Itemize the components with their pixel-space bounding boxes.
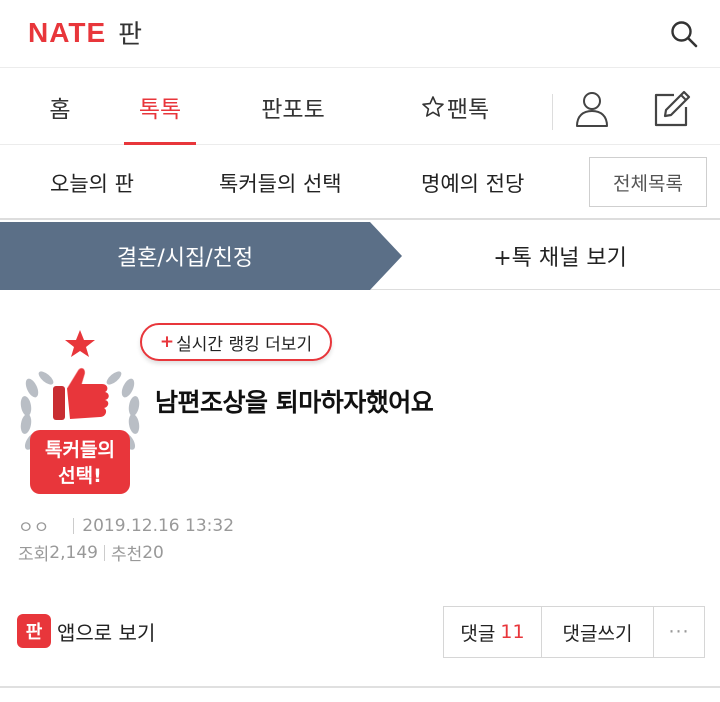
tab-fantok[interactable]: 팬톡 xyxy=(412,69,498,145)
post-author: ㅇㅇ xyxy=(18,518,50,538)
realtime-ranking-button[interactable]: + 실시간 랭킹 더보기 xyxy=(140,323,332,361)
open-in-app-button[interactable]: 판 앱으로 보기 xyxy=(17,614,155,648)
nav-divider xyxy=(552,94,553,130)
meta-separator xyxy=(73,517,75,534)
meta-separator xyxy=(103,544,105,561)
ranking-plus: + xyxy=(159,332,175,352)
search-icon xyxy=(671,21,698,48)
talker-choice-badge-graphic: 톡커들의 선택! xyxy=(20,330,140,494)
write-comment-button[interactable]: 댓글쓰기 xyxy=(542,607,654,657)
badge-text-line2: 선택! xyxy=(58,465,102,487)
subnav-talker-choice[interactable]: 톡커들의 선택 xyxy=(219,146,342,220)
views-count: 2,149 xyxy=(49,542,98,563)
star-outline-icon xyxy=(422,96,444,117)
recommend-count: 20 xyxy=(142,542,164,563)
more-options-button[interactable]: ··· xyxy=(654,607,704,657)
comments-button[interactable]: 댓글 11 xyxy=(444,607,542,657)
write-post-button[interactable] xyxy=(652,88,692,130)
talker-choice-badge: 톡커들의 선택! xyxy=(18,326,142,498)
badge-text-line1: 톡커들의 xyxy=(45,439,115,461)
ranking-label: 실시간 랭킹 더보기 xyxy=(176,334,313,355)
my-page-button[interactable] xyxy=(572,88,612,130)
main-nav: 홈 톡톡 판포토 팬톡 xyxy=(0,69,720,145)
post-title: 남편조상을 퇴마하자했어요 xyxy=(155,388,434,417)
tab-toktok[interactable]: 톡톡 xyxy=(124,69,196,145)
open-in-app-label: 앱으로 보기 xyxy=(57,620,156,645)
current-channel[interactable]: 결혼/시집/친정 xyxy=(0,222,370,290)
post-date: 2019.12.16 13:32 xyxy=(82,515,235,536)
header: NATE 판 xyxy=(0,0,720,68)
user-icon xyxy=(576,92,608,127)
all-list-button[interactable]: 전체목록 xyxy=(589,157,707,207)
post-meta-author-date: ㅇㅇ 2019.12.16 13:32 xyxy=(18,513,235,539)
post-meta-stats: 조회 2,149 추천 20 xyxy=(18,540,164,566)
comments-label: 댓글 xyxy=(460,622,496,645)
channel-bar: 결혼/시집/친정 +톡 채널 보기 xyxy=(0,222,720,290)
pan-app-icon: 판 xyxy=(17,614,51,648)
sub-nav: 오늘의 판 톡커들의 선택 명예의 전당 전체목록 xyxy=(0,146,720,220)
comments-count: 11 xyxy=(500,621,525,643)
logo-pan: 판 xyxy=(118,20,143,50)
view-channels-button[interactable]: +톡 채널 보기 xyxy=(440,222,680,290)
bottom-divider xyxy=(0,686,720,688)
recommend-label: 추천 xyxy=(110,545,143,565)
tab-fantok-label: 팬톡 xyxy=(446,97,490,123)
tab-panphoto[interactable]: 판포토 xyxy=(250,69,336,145)
subnav-hall-of-fame[interactable]: 명예의 전당 xyxy=(421,146,524,220)
nate-pan-logo[interactable]: NATE 판 xyxy=(28,14,142,51)
logo-nate: NATE xyxy=(28,16,107,48)
edit-icon xyxy=(654,90,691,127)
subnav-today[interactable]: 오늘의 판 xyxy=(50,146,134,220)
search-button[interactable] xyxy=(664,14,704,54)
post-actions: 댓글 11 댓글쓰기 ··· xyxy=(443,606,705,658)
tab-home[interactable]: 홈 xyxy=(30,69,90,145)
views-label: 조회 xyxy=(18,545,50,565)
active-tab-indicator xyxy=(124,142,196,145)
